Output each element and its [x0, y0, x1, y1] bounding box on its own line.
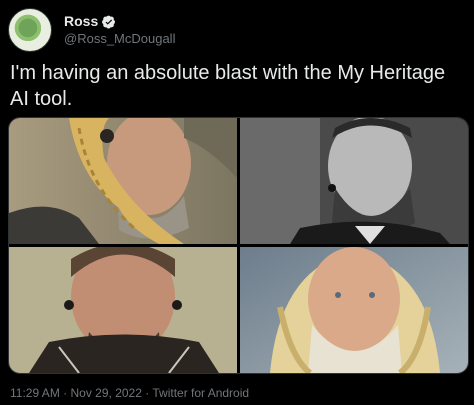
tweet: Ross @Ross_McDougall I'm having an absol… [0, 0, 474, 405]
user-handle[interactable]: @Ross_McDougall [64, 31, 175, 47]
author-names: Ross @Ross_McDougall [64, 13, 175, 47]
photo-tattooed-warrior[interactable] [9, 247, 237, 373]
photo-black-and-white[interactable] [240, 118, 468, 244]
photo-viking-braided[interactable] [9, 118, 237, 244]
avatar[interactable] [8, 8, 52, 52]
meta-separator: · [145, 386, 150, 400]
verified-badge-icon [102, 15, 116, 29]
tweet-text: I'm having an absolute blast with the My… [10, 62, 446, 110]
tweet-source[interactable]: Twitter for Android [152, 386, 249, 400]
tweet-header: Ross @Ross_McDougall [8, 8, 175, 52]
photo-painted-blond-viking[interactable] [240, 247, 468, 373]
tweet-date[interactable]: Nov 29, 2022 [71, 386, 142, 400]
tweet-meta: 11:29 AM · Nov 29, 2022 · Twitter for An… [10, 386, 249, 400]
display-name[interactable]: Ross [64, 13, 98, 31]
meta-separator: · [63, 386, 68, 400]
media-grid [8, 117, 469, 374]
tweet-time[interactable]: 11:29 AM [10, 386, 60, 400]
name-row: Ross [64, 13, 175, 31]
